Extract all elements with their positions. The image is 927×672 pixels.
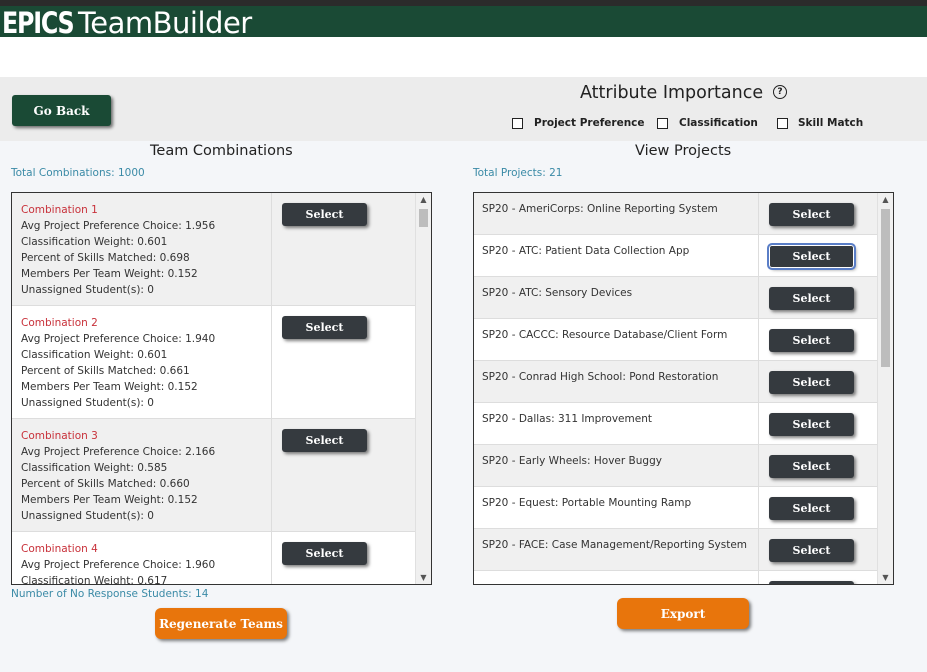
total-projects: Total Projects: 21 — [473, 167, 563, 179]
combination-stat: Classification Weight: 0.585 — [21, 462, 168, 474]
no-response-count: Number of No Response Students: 14 — [11, 588, 209, 600]
table-row: SP20 - CACCC: Resource Database/Client F… — [474, 319, 878, 361]
combination-stat: Classification Weight: 0.601 — [21, 349, 168, 361]
scroll-down-icon[interactable]: ▼ — [878, 571, 893, 584]
select-project-button[interactable]: Select — [769, 371, 854, 394]
select-project-button[interactable]: Select — [769, 455, 854, 478]
total-combinations: Total Combinations: 1000 — [11, 167, 145, 179]
combination-title: Combination 3 — [21, 430, 98, 442]
table-row: SP20 - Early Wheels: Hover Buggy Select — [474, 445, 878, 487]
list-item: Combination 2 Avg Project Preference Cho… — [12, 306, 271, 419]
projects-list[interactable]: SP20 - AmeriCorps: Online Reporting Syst… — [473, 192, 894, 585]
combinations-scrollbar[interactable]: ▲ ▼ — [415, 193, 431, 584]
combination-stat: Unassigned Student(s): 0 — [21, 284, 154, 296]
select-combination-button[interactable]: Select — [282, 203, 367, 226]
go-back-button[interactable]: Go Back — [12, 95, 111, 126]
combination-stat: Members Per Team Weight: 0.152 — [21, 494, 198, 506]
combination-stat: Avg Project Preference Choice: 2.166 — [21, 446, 216, 458]
select-cell: Select — [271, 532, 431, 584]
scroll-down-icon[interactable]: ▼ — [416, 571, 431, 584]
table-row — [474, 571, 878, 584]
project-name: SP20 - Equest: Portable Mounting Ramp — [482, 497, 692, 509]
table-row: SP20 - AmeriCorps: Online Reporting Syst… — [474, 193, 878, 235]
skill-match-label: Skill Match — [798, 117, 864, 129]
projects-scrollbar[interactable]: ▲ ▼ — [877, 193, 893, 584]
project-name: SP20 - ATC: Patient Data Collection App — [482, 245, 690, 257]
project-name: SP20 - Dallas: 311 Improvement — [482, 413, 652, 425]
select-project-button[interactable]: Select — [769, 413, 854, 436]
list-item: Combination 3 Avg Project Preference Cho… — [12, 419, 271, 532]
select-project-button[interactable]: Select — [769, 287, 854, 310]
combination-stat: Unassigned Student(s): 0 — [21, 397, 154, 409]
select-project-button[interactable] — [769, 581, 854, 584]
project-name: SP20 - Early Wheels: Hover Buggy — [482, 455, 662, 467]
combination-stat: Avg Project Preference Choice: 1.940 — [21, 333, 216, 345]
select-project-button[interactable]: Select — [769, 497, 854, 520]
team-combinations-title: Team Combinations — [150, 143, 293, 159]
app-logo: EPICS TeamBuilder — [2, 6, 252, 40]
select-combination-button[interactable]: Select — [282, 429, 367, 452]
combination-stat: Percent of Skills Matched: 0.660 — [21, 478, 190, 490]
select-project-button[interactable]: Select — [767, 243, 856, 270]
combination-title: Combination 1 — [21, 204, 98, 216]
table-row: SP20 - Dallas: 311 Improvement Select — [474, 403, 878, 445]
scroll-up-icon[interactable]: ▲ — [416, 193, 431, 206]
help-icon[interactable]: ? — [773, 85, 787, 99]
table-row: SP20 - ATC: Sensory Devices Select — [474, 277, 878, 319]
app-header: EPICS TeamBuilder — [0, 6, 927, 40]
project-name: SP20 - AmeriCorps: Online Reporting Syst… — [482, 203, 718, 215]
combination-stat: Classification Weight: 0.617 — [21, 575, 168, 585]
table-row: SP20 - FACE: Case Management/Reporting S… — [474, 529, 878, 571]
combination-stat: Classification Weight: 0.601 — [21, 236, 168, 248]
select-cell: Select — [271, 193, 431, 306]
combination-stat: Avg Project Preference Choice: 1.960 — [21, 559, 216, 571]
classification-label: Classification — [679, 117, 758, 129]
project-name: SP20 - Conrad High School: Pond Restorat… — [482, 371, 719, 383]
select-combination-button[interactable]: Select — [282, 542, 367, 565]
logo-bold-text: EPICS — [2, 6, 75, 40]
project-name: SP20 - ATC: Sensory Devices — [482, 287, 633, 299]
combination-stat: Avg Project Preference Choice: 1.956 — [21, 220, 216, 232]
skill-match-checkbox[interactable] — [777, 118, 788, 129]
project-name: SP20 - CACCC: Resource Database/Client F… — [482, 329, 728, 341]
table-row: SP20 - Equest: Portable Mounting Ramp Se… — [474, 487, 878, 529]
select-cell: Select — [271, 306, 431, 419]
combination-stat: Members Per Team Weight: 0.152 — [21, 381, 198, 393]
combinations-list[interactable]: Combination 1 Avg Project Preference Cho… — [11, 192, 432, 585]
control-bar — [0, 77, 927, 141]
select-project-button[interactable]: Select — [769, 329, 854, 352]
regenerate-teams-button[interactable]: Regenerate Teams — [155, 608, 287, 639]
scroll-thumb[interactable] — [881, 209, 890, 367]
project-preference-checkbox[interactable] — [512, 118, 523, 129]
list-item: Combination 1 Avg Project Preference Cho… — [12, 193, 271, 306]
combination-stat: Members Per Team Weight: 0.152 — [21, 268, 198, 280]
list-item: Combination 4 Avg Project Preference Cho… — [12, 532, 271, 585]
project-preference-label: Project Preference — [534, 117, 645, 129]
scroll-up-icon[interactable]: ▲ — [878, 193, 893, 206]
view-projects-title: View Projects — [635, 143, 732, 159]
scroll-thumb[interactable] — [419, 209, 428, 227]
select-cell: Select — [271, 419, 431, 532]
attribute-importance-title: Attribute Importance — [580, 83, 764, 103]
classification-checkbox[interactable] — [657, 118, 668, 129]
combination-stat: Percent of Skills Matched: 0.698 — [21, 252, 190, 264]
select-combination-button[interactable]: Select — [282, 316, 367, 339]
select-project-button[interactable]: Select — [769, 203, 854, 226]
combination-stat: Percent of Skills Matched: 0.661 — [21, 365, 190, 377]
table-row: SP20 - Conrad High School: Pond Restorat… — [474, 361, 878, 403]
logo-rest-text: TeamBuilder — [78, 6, 252, 40]
combination-title: Combination 4 — [21, 543, 98, 555]
combination-title: Combination 2 — [21, 317, 98, 329]
select-project-button[interactable]: Select — [769, 539, 854, 562]
export-button[interactable]: Export — [617, 598, 749, 629]
table-row: SP20 - ATC: Patient Data Collection App … — [474, 235, 878, 277]
combination-stat: Unassigned Student(s): 0 — [21, 510, 154, 522]
project-name: SP20 - FACE: Case Management/Reporting S… — [482, 539, 748, 551]
